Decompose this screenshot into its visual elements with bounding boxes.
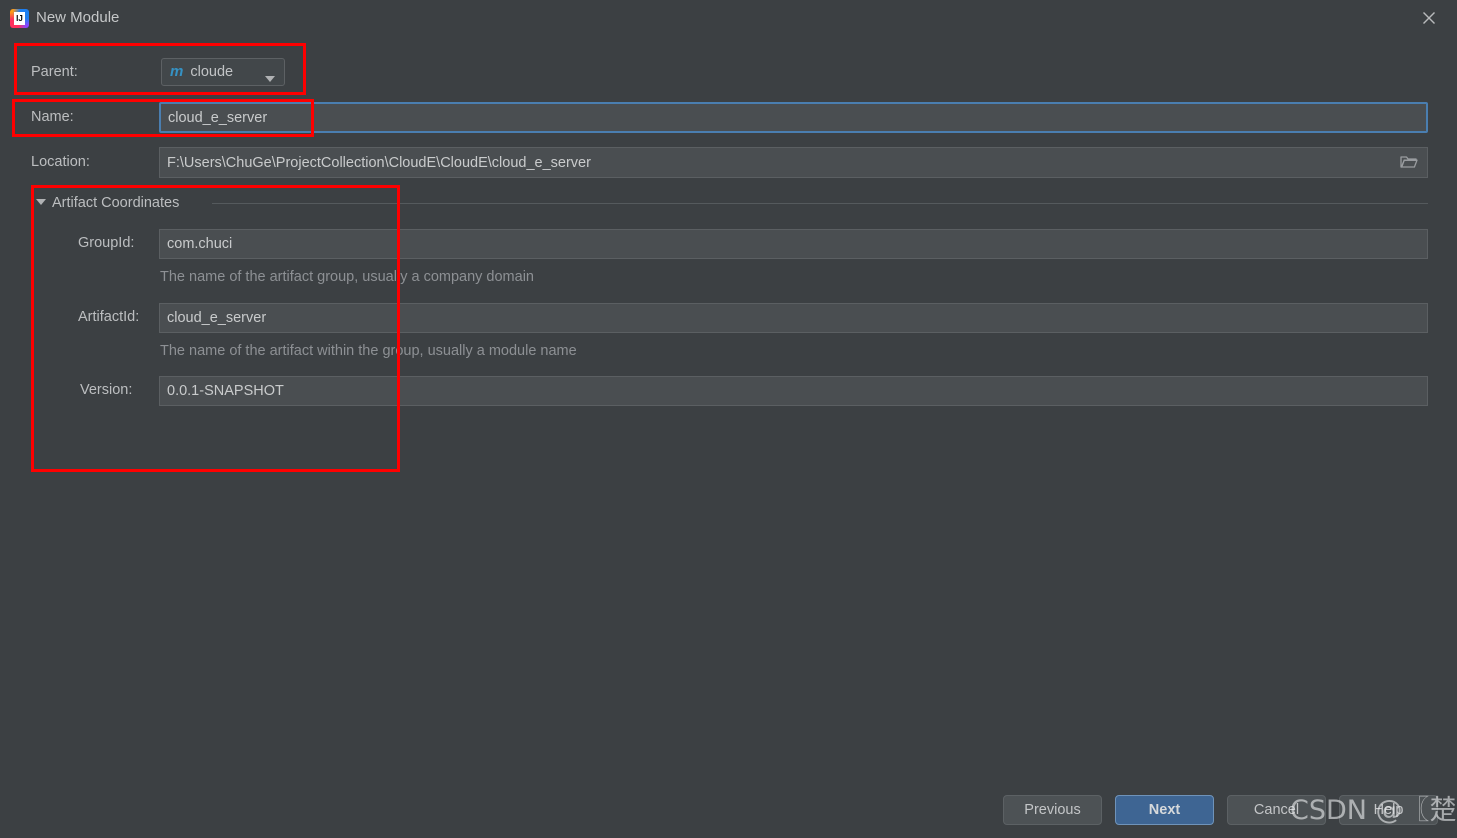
artifactid-label: ArtifactId: <box>78 309 140 325</box>
intellij-idea-icon <box>10 9 29 28</box>
version-label: Version: <box>80 382 133 398</box>
artifactid-input[interactable]: cloud_e_server <box>159 303 1428 333</box>
folder-icon[interactable] <box>1400 154 1418 170</box>
groupid-input[interactable]: com.chuci <box>159 229 1428 259</box>
title-bar: New Module <box>0 0 1457 36</box>
groupid-label: GroupId: <box>78 235 135 251</box>
name-input[interactable]: cloud_e_server <box>159 102 1428 133</box>
close-icon[interactable] <box>1409 4 1449 32</box>
name-label: Name: <box>31 109 74 125</box>
chevron-down-icon <box>265 70 275 88</box>
location-input-value: F:\Users\ChuGe\ProjectCollection\CloudE\… <box>167 154 591 171</box>
previous-button[interactable]: Previous <box>1003 795 1102 825</box>
location-label: Location: <box>31 154 90 170</box>
location-input[interactable]: F:\Users\ChuGe\ProjectCollection\CloudE\… <box>159 147 1428 178</box>
new-module-dialog: New Module Parent: m cloude Name: cloud_… <box>0 0 1457 838</box>
group-separator <box>212 203 1428 204</box>
parent-combobox-value: cloude <box>190 64 234 80</box>
version-input[interactable]: 0.0.1-SNAPSHOT <box>159 376 1428 406</box>
next-button[interactable]: Next <box>1115 795 1214 825</box>
page-title: New Module <box>36 9 120 26</box>
artifact-coordinates-title[interactable]: Artifact Coordinates <box>52 193 179 213</box>
groupid-hint: The name of the artifact group, usually … <box>160 269 534 285</box>
artifactid-hint: The name of the artifact within the grou… <box>160 343 577 359</box>
triangle-down-icon[interactable] <box>36 199 46 205</box>
maven-module-icon: m <box>170 63 184 80</box>
parent-label: Parent: <box>31 64 78 80</box>
parent-combobox[interactable]: m cloude <box>161 58 285 86</box>
cancel-button[interactable]: Cancel <box>1227 795 1326 825</box>
help-button[interactable]: Help <box>1339 795 1438 825</box>
